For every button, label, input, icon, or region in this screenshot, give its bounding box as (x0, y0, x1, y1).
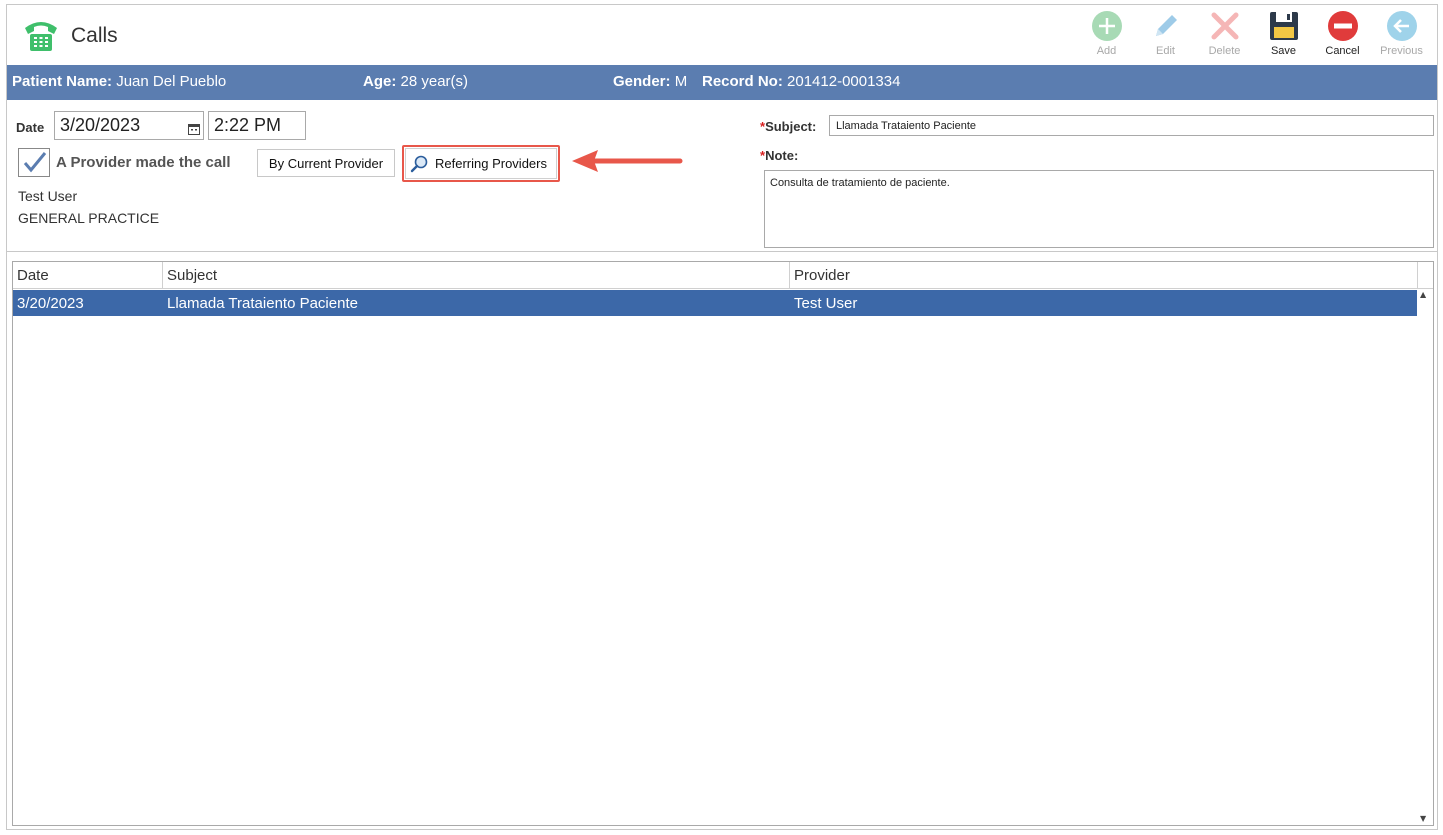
patient-record-label: Record No: (702, 73, 783, 90)
date-input[interactable]: 3/20/2023 (54, 111, 204, 140)
cancel-button-label: Cancel (1325, 45, 1360, 57)
toolbar: Add Edit Delete Save Cancel Previous (1077, 9, 1431, 63)
row-date: 3/20/2023 (17, 295, 84, 312)
edit-button[interactable]: Edit (1136, 9, 1195, 63)
patient-gender-value: M (674, 73, 688, 90)
cancel-icon (1326, 9, 1360, 43)
patient-gender: Gender: M (613, 73, 687, 90)
arrow-annotation-icon (568, 146, 684, 176)
patient-info-bar: Patient Name: Juan Del Pueblo Age: 28 ye… (7, 65, 1437, 100)
column-header-subject[interactable]: Subject (163, 262, 790, 289)
delete-icon (1208, 9, 1242, 43)
add-icon (1090, 9, 1124, 43)
column-header-provider[interactable]: Provider (790, 262, 1418, 289)
vertical-scrollbar[interactable]: ▲ ▼ (1417, 290, 1433, 825)
save-button[interactable]: Save (1254, 9, 1313, 63)
calls-window: Calls Add Edit Delete Save Cancel Previo… (6, 4, 1438, 830)
patient-age-label: Age: (363, 73, 397, 90)
phone-icon (21, 18, 61, 54)
grid-header: Date Subject Provider (13, 262, 1418, 289)
delete-button-label: Delete (1208, 45, 1241, 57)
header: Calls Add Edit Delete Save Cancel Previo… (7, 5, 1437, 65)
patient-gender-label: Gender: (613, 73, 671, 90)
date-value: 3/20/2023 (60, 115, 141, 135)
patient-name-value: Juan Del Pueblo (116, 73, 227, 90)
patient-name-label: Patient Name: (12, 73, 113, 90)
note-textarea[interactable]: Consulta de tratamiento de paciente. (764, 170, 1434, 248)
calls-grid: Date Subject Provider 3/20/2023 Llamada … (12, 261, 1434, 826)
date-label: Date (16, 120, 45, 135)
cancel-button[interactable]: Cancel (1313, 9, 1372, 63)
table-row[interactable]: 3/20/2023 Llamada Trataiento Paciente Te… (13, 290, 1418, 316)
add-button-label: Add (1096, 45, 1117, 57)
by-current-provider-button[interactable]: By Current Provider (257, 149, 395, 177)
patient-record: Record No: 201412-0001334 (702, 73, 900, 90)
scroll-down-arrow-icon[interactable]: ▼ (1420, 814, 1426, 823)
call-form: Date 3/20/2023 2:22 PM A Provider made t… (7, 100, 1437, 252)
page-title: Calls (71, 24, 118, 47)
provider-specialty: GENERAL PRACTICE (18, 210, 160, 226)
subject-label: *Subject: (760, 119, 816, 134)
subject-input[interactable]: Llamada Trataiento Paciente (829, 115, 1434, 136)
patient-age-value: 28 year(s) (400, 73, 469, 90)
note-label-text: Note: (765, 148, 799, 163)
edit-button-label: Edit (1156, 45, 1175, 57)
scrollbar-corner (1417, 262, 1433, 289)
patient-age: Age: 28 year(s) (363, 73, 468, 90)
scroll-up-arrow-icon[interactable]: ▲ (1420, 290, 1426, 299)
subject-label-text: Subject: (765, 119, 817, 134)
patient-name: Patient Name: Juan Del Pueblo (12, 73, 226, 90)
calendar-icon[interactable] (188, 119, 200, 135)
row-subject: Llamada Trataiento Paciente (167, 295, 358, 312)
row-provider: Test User (794, 295, 858, 312)
provider-made-call-label: A Provider made the call (56, 154, 231, 171)
save-button-label: Save (1270, 45, 1297, 57)
time-input[interactable]: 2:22 PM (208, 111, 306, 140)
arrow-left-icon (1385, 9, 1419, 43)
time-value: 2:22 PM (214, 115, 282, 135)
pencil-icon (1149, 9, 1183, 43)
previous-button[interactable]: Previous (1372, 9, 1431, 63)
patient-record-value: 201412-0001334 (787, 73, 901, 90)
magnifier-icon (410, 155, 429, 173)
provider-name: Test User (18, 188, 78, 204)
provider-made-call-checkbox[interactable] (18, 148, 50, 177)
floppy-disk-icon (1267, 9, 1301, 43)
referring-providers-button[interactable]: Referring Providers (405, 148, 557, 179)
referring-providers-label: Referring Providers (435, 156, 547, 171)
delete-button[interactable]: Delete (1195, 9, 1254, 63)
previous-button-label: Previous (1380, 45, 1423, 57)
note-label: *Note: (760, 148, 798, 163)
column-header-date[interactable]: Date (13, 262, 163, 289)
add-button[interactable]: Add (1077, 9, 1136, 63)
